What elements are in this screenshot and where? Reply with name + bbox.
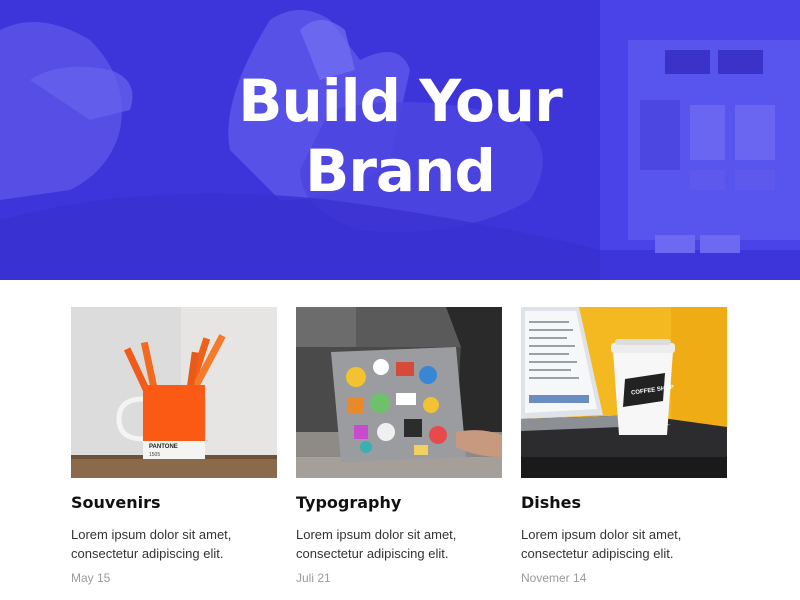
coffee-cup-image[interactable]: COFFEE SHOP bbox=[521, 307, 727, 478]
card-description: Lorem ipsum dolor sit amet, consectetur … bbox=[296, 525, 526, 563]
card-typography[interactable]: Typography Lorem ipsum dolor sit amet, c… bbox=[296, 307, 502, 585]
hero-title: Build Your Brand bbox=[0, 66, 800, 206]
card-date: Novemer 14 bbox=[521, 571, 587, 585]
card-description: Lorem ipsum dolor sit amet, consectetur … bbox=[71, 525, 301, 563]
card-date: May 15 bbox=[71, 571, 111, 585]
card-description-line: consectetur adipiscing elit. bbox=[296, 546, 449, 561]
hero-title-line-1: Build Your bbox=[238, 67, 562, 135]
card-title[interactable]: Typography bbox=[296, 493, 401, 512]
card-title[interactable]: Souvenirs bbox=[71, 493, 160, 512]
hero-title-line-2: Brand bbox=[305, 137, 496, 205]
card-description-line: consectetur adipiscing elit. bbox=[71, 546, 224, 561]
mug-code: 1505 bbox=[149, 452, 160, 458]
pencil-mug-image[interactable]: PANTONE 1505 bbox=[71, 307, 277, 478]
card-date: Juli 21 bbox=[296, 571, 331, 585]
card-description-line: Lorem ipsum dolor sit amet, bbox=[71, 527, 232, 542]
card-dishes[interactable]: COFFEE SHOP Dishes Lorem ipsum dolor sit… bbox=[521, 307, 727, 585]
card-description-line: Lorem ipsum dolor sit amet, bbox=[521, 527, 682, 542]
card-souvenirs[interactable]: PANTONE 1505 Souvenirs Lorem ipsum dolor… bbox=[71, 307, 277, 585]
hero-banner: Build Your Brand bbox=[0, 0, 800, 280]
card-description: Lorem ipsum dolor sit amet, consectetur … bbox=[521, 525, 751, 563]
card-description-line: Lorem ipsum dolor sit amet, bbox=[296, 527, 457, 542]
card-title[interactable]: Dishes bbox=[521, 493, 581, 512]
mug-label: PANTONE bbox=[149, 444, 178, 450]
laptop-stickers-image[interactable] bbox=[296, 307, 502, 478]
card-description-line: consectetur adipiscing elit. bbox=[521, 546, 674, 561]
